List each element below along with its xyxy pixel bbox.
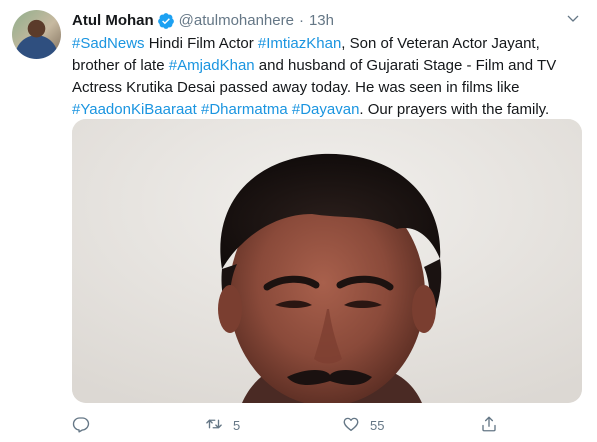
hashtag-link[interactable]: #ImtiazKhan: [258, 35, 341, 52]
separator-dot: ·: [298, 12, 304, 29]
like-button[interactable]: 55: [342, 412, 384, 438]
share-icon: [480, 415, 498, 436]
retweet-icon: [205, 415, 223, 436]
tweet-timestamp[interactable]: 13h: [309, 11, 334, 31]
hashtag-link[interactable]: #Dharmatma: [201, 101, 288, 118]
tweet-card[interactable]: Atul Mohan @atulmohanhere · 13h #SadNews…: [0, 0, 597, 442]
tweet-photo[interactable]: [72, 119, 582, 403]
tweet-actions: 5 55: [72, 412, 512, 438]
hashtag-link[interactable]: #Dayavan: [292, 101, 360, 118]
tweet-text-segment: . Our prayers with the family.: [359, 101, 550, 118]
portrait-photo: [72, 119, 582, 403]
share-button[interactable]: [480, 412, 498, 438]
tweet-text-segment: Hindi Film Actor: [144, 35, 258, 52]
hashtag-link[interactable]: #SadNews: [72, 35, 145, 52]
reply-icon: [72, 415, 90, 436]
tweet-text: #SadNews Hindi Film Actor #ImtiazKhan, S…: [72, 33, 582, 121]
tweet-header: Atul Mohan @atulmohanhere · 13h: [72, 11, 334, 31]
hashtag-link[interactable]: #YaadonKiBaaraat: [72, 101, 197, 118]
retweet-button[interactable]: 5: [205, 412, 240, 438]
hashtag-link[interactable]: #AmjadKhan: [169, 57, 255, 74]
retweet-count: 5: [233, 417, 241, 433]
author-name[interactable]: Atul Mohan: [72, 11, 154, 31]
like-count: 55: [370, 417, 385, 433]
verified-badge-icon: [157, 12, 175, 30]
author-handle[interactable]: @atulmohanhere: [179, 11, 294, 31]
reply-button[interactable]: [72, 412, 100, 438]
chevron-down-icon[interactable]: [563, 9, 583, 29]
avatar[interactable]: [12, 10, 61, 59]
heart-icon: [342, 415, 360, 436]
